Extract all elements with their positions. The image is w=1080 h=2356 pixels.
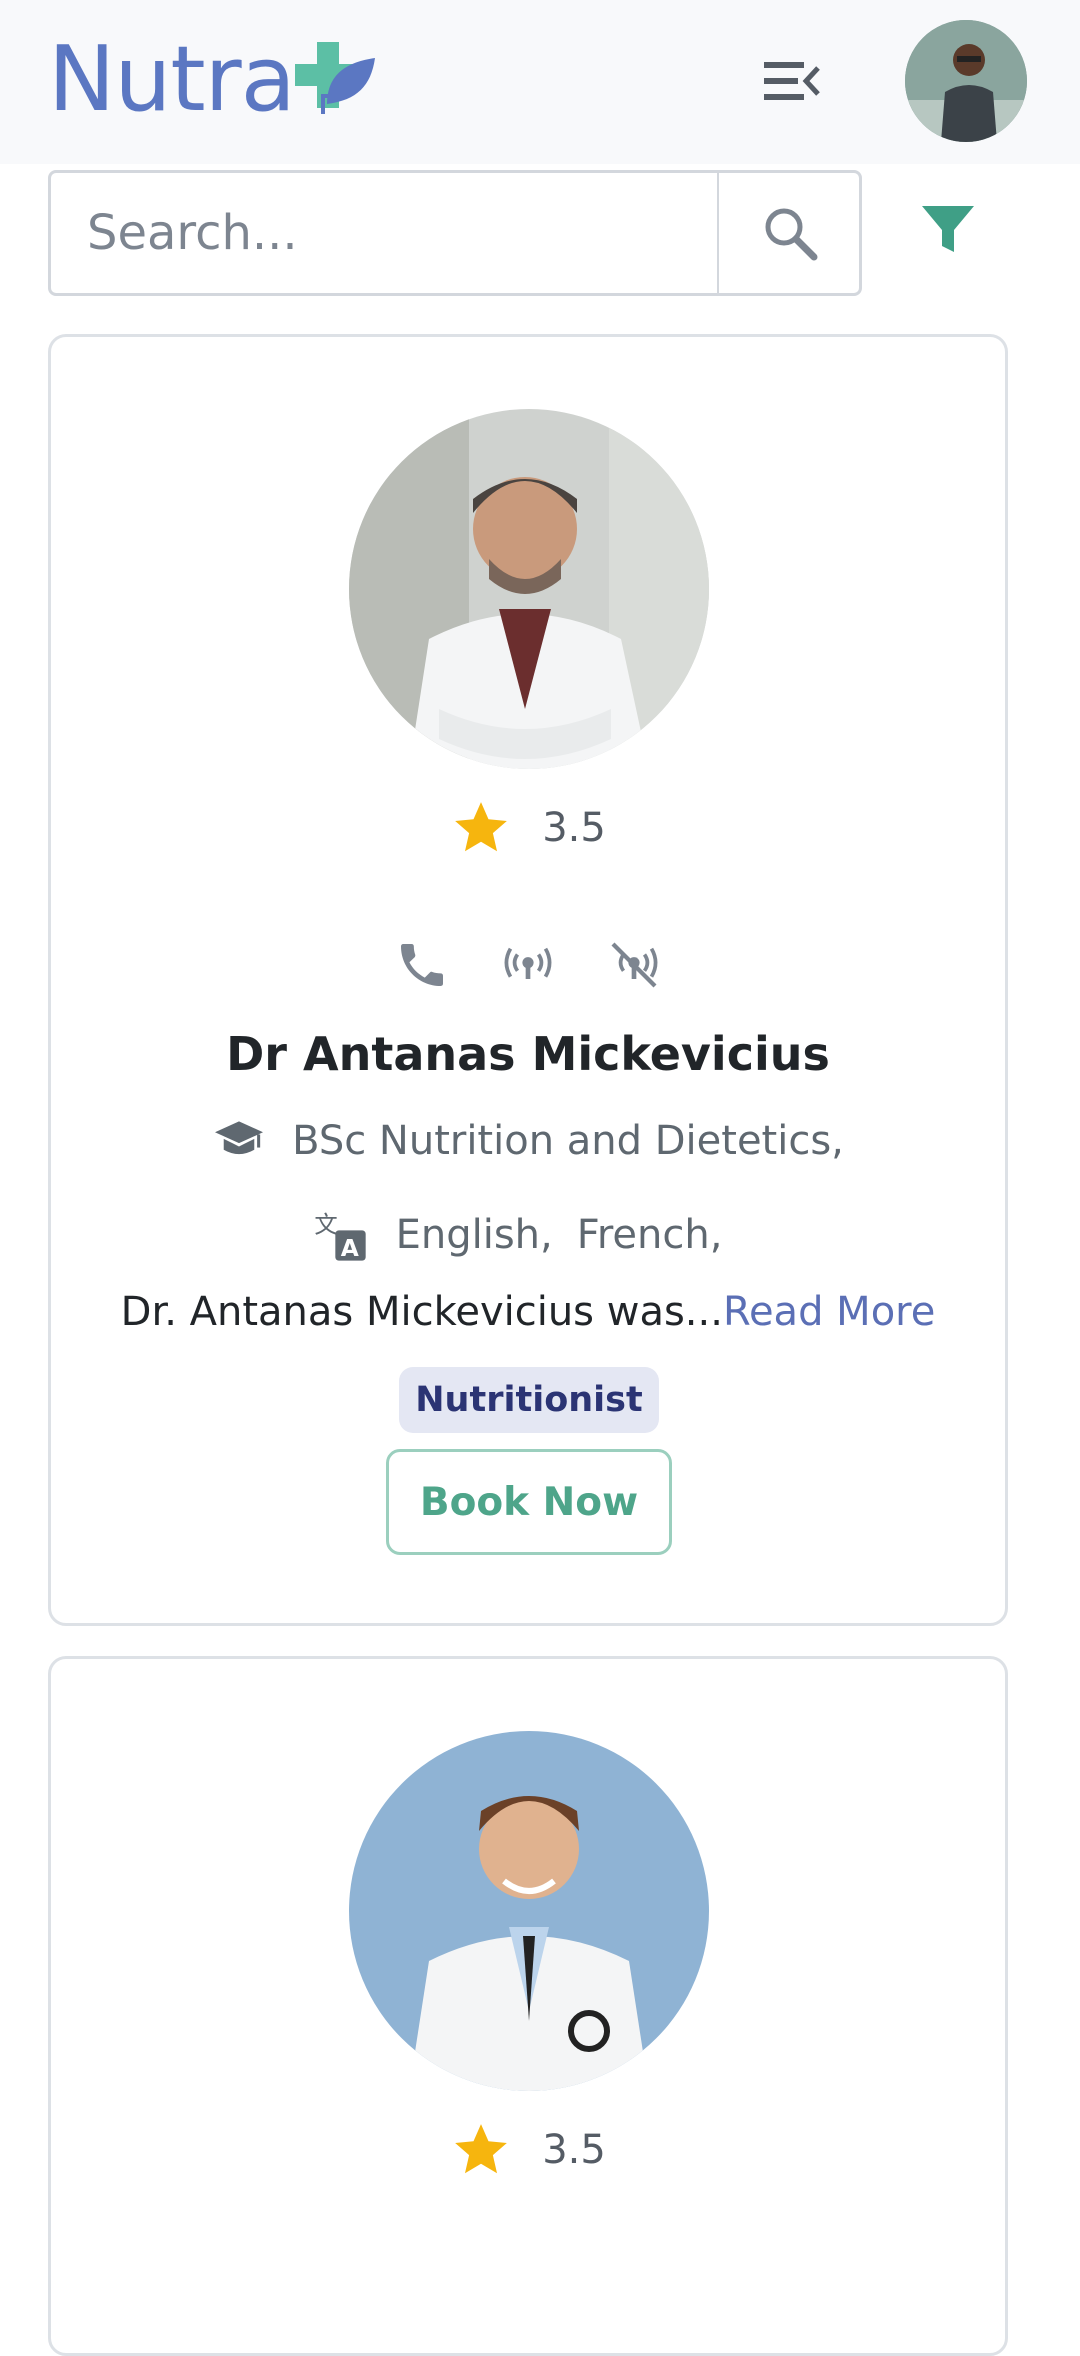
doctor-name: Dr Antanas Mickevicius [226, 1027, 830, 1081]
doctor-languages: 文 A English, French, [51, 1207, 1005, 1263]
app-logo[interactable]: Nutra [48, 30, 379, 130]
menu-collapse-icon [764, 62, 820, 100]
user-photo [905, 20, 1027, 142]
logo-cross-leaf-icon [294, 42, 375, 114]
phone-icon [394, 937, 450, 993]
broadcast-off-icon [606, 937, 662, 993]
search-bar [48, 170, 862, 296]
svg-text:A: A [340, 1234, 358, 1262]
app-header: Nutra [0, 0, 1080, 164]
graduation-cap-icon [215, 1121, 264, 1155]
doctor-rating: 3.5 [51, 797, 1005, 859]
filter-icon [922, 206, 974, 252]
book-now-button[interactable]: Book Now [386, 1449, 672, 1555]
language-english: English, [395, 1212, 553, 1258]
bio-text: Dr. Antanas Mickevicius was... [120, 1289, 723, 1335]
broadcast-icon [500, 937, 556, 993]
language-french: French, [576, 1212, 723, 1258]
search-input[interactable] [51, 173, 716, 293]
doctor-qualification: BSc Nutrition and Dietetics, [51, 1117, 1005, 1165]
menu-toggle-button[interactable] [760, 56, 822, 106]
rating-value: 3.5 [542, 2127, 606, 2173]
filter-button[interactable] [918, 200, 978, 260]
svg-text:文: 文 [314, 1211, 337, 1239]
search-icon [765, 208, 818, 261]
rating-value: 3.5 [542, 805, 606, 851]
doctor-card: 3.5 [48, 1656, 1008, 2356]
doctor-rating: 3.5 [51, 2119, 1005, 2181]
doctor-card: 3.5 Dr Antanas Mickevicius BSc Nutrition… [48, 334, 1008, 1626]
consultation-modes [51, 937, 1005, 993]
read-more-link[interactable]: Read More [723, 1289, 935, 1335]
qualification-text: BSc Nutrition and Dietetics, [292, 1118, 844, 1164]
specialty-badge: Nutritionist [399, 1367, 659, 1433]
user-avatar[interactable] [905, 20, 1027, 142]
translate-icon: 文 A [314, 1211, 366, 1262]
doctor-photo [349, 1731, 709, 2091]
doctor-bio: Dr. Antanas Mickevicius was...Read More [51, 1289, 1005, 1335]
doctor-photo [349, 409, 709, 769]
doctor-portrait-image [349, 1731, 709, 2091]
doctor-portrait-image [349, 409, 709, 769]
logo-text: Nutra [48, 27, 296, 132]
star-icon [455, 2124, 508, 2174]
search-button[interactable] [717, 173, 861, 293]
star-icon [455, 802, 508, 852]
